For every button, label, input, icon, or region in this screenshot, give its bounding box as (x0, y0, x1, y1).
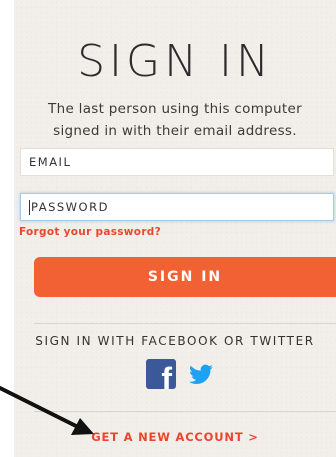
password-field[interactable]: PASSWORD (20, 193, 334, 221)
facebook-f-glyph: f (161, 361, 172, 389)
get-new-account-link[interactable]: GET A NEW ACCOUNT > (14, 430, 336, 444)
subtitle-line-1: The last person using this computer (48, 101, 302, 117)
email-field[interactable]: EMAIL (20, 148, 334, 176)
forgot-password-link[interactable]: Forgot your password? (19, 226, 161, 238)
page-subtitle: The last person using this computer sign… (14, 98, 336, 142)
email-placeholder: EMAIL (29, 155, 72, 169)
sign-in-page: SIGN IN The last person using this compu… (0, 0, 336, 457)
divider (34, 323, 336, 324)
page-title: SIGN IN (77, 36, 273, 87)
password-placeholder: PASSWORD (31, 200, 109, 214)
subtitle-line-2: signed in with their email address. (53, 123, 297, 139)
facebook-icon[interactable]: f (146, 359, 176, 389)
social-sign-in-label: SIGN IN WITH FACEBOOK OR TWITTER (35, 334, 315, 348)
sign-in-button[interactable]: SIGN IN (34, 257, 336, 297)
divider (34, 411, 336, 412)
text-caret (29, 199, 30, 215)
twitter-icon[interactable] (188, 362, 214, 388)
page-margin (0, 0, 14, 457)
